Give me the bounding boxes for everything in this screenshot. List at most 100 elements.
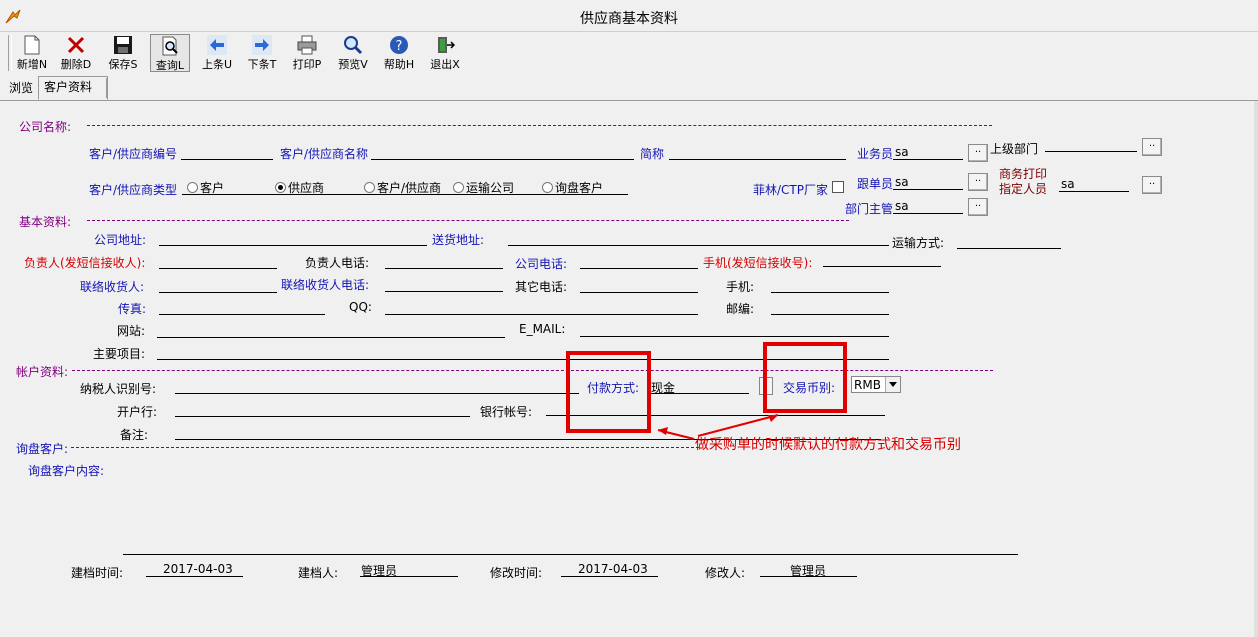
dept-head-picker-button[interactable]: .. [968,198,988,216]
company-phone-field[interactable] [580,268,698,269]
query-button[interactable]: 查询L [150,34,190,72]
radio-customer[interactable] [187,182,198,193]
prev-record-button[interactable]: 上条U [197,34,237,72]
print-button[interactable]: 打印P [287,34,327,72]
help-question-icon: ? [390,36,408,54]
radio-supplier-label: 供应商 [288,181,325,195]
contact-person-field[interactable] [159,268,277,269]
other-phone-field[interactable] [580,292,698,293]
mobile-label: 手机: [726,280,755,294]
delivery-address-field[interactable] [508,245,889,246]
floppy-disk-icon [114,36,132,54]
salesman-field[interactable] [893,159,963,160]
help-button[interactable]: ? 帮助H [379,34,419,72]
mobile-field[interactable] [771,292,889,293]
remark-label: 备注: [120,428,149,442]
modifier-field [760,576,857,577]
radio-customer-label: 客户 [200,181,225,195]
save-button[interactable]: 保存S [103,34,143,72]
ctp-checkbox[interactable] [832,181,844,193]
print-person-label-2: 指定人员 [999,182,1048,196]
follower-picker-button[interactable]: .. [968,173,988,191]
salesman-picker-button[interactable]: .. [968,144,988,162]
section-divider [87,220,849,221]
parent-dept-field[interactable] [1045,151,1137,152]
exit-button[interactable]: 退出X [425,34,465,72]
bank-label: 开户行: [117,405,158,419]
contact-person-label: 负责人(发短信接收人): [24,256,146,270]
company-phone-label: 公司电话: [515,257,568,271]
short-name-field[interactable] [669,159,846,160]
app-icon [5,9,21,24]
tax-id-field[interactable] [175,393,579,394]
salesman-label: 业务员 [857,147,894,161]
supplier-type-label: 客户/供应商类型 [89,183,178,197]
inquiry-content-field[interactable] [123,554,1018,555]
salesman-value[interactable]: sa [895,145,909,159]
print-person-value[interactable]: sa [1061,177,1075,191]
print-person-picker-button[interactable]: .. [1142,176,1162,194]
delete-button[interactable]: 删除D [56,34,96,72]
dept-head-label: 部门主管 [845,202,894,216]
dept-head-field[interactable] [893,213,963,214]
radio-customer-supplier-label: 客户/供应商 [377,181,442,195]
magnifier-icon [344,36,363,55]
new-button[interactable]: 新增N [12,34,52,72]
receiver-label: 联络收货人: [80,280,145,294]
email-label: E_MAIL: [519,322,566,336]
creator-label: 建档人: [298,566,339,580]
tab-browse[interactable]: 浏览 [4,78,38,98]
preview-button[interactable]: 预览V [333,34,373,72]
website-label: 网站: [117,324,146,338]
exit-door-icon [438,37,455,53]
section-inquiry: 询盘客户: [16,442,69,456]
tab-divider [106,78,107,98]
payment-field[interactable] [649,393,749,394]
parent-dept-picker-button[interactable]: .. [1142,138,1162,156]
tab-customer-info[interactable]: 客户资料 [38,76,108,100]
delivery-address-label: 送货地址: [432,233,485,247]
bank-field[interactable] [175,416,470,417]
delete-x-icon [67,36,85,54]
section-account: 帐户资料: [16,365,69,379]
tab-strip: 浏览 客户资料 [0,76,1258,101]
fax-field[interactable] [159,314,325,315]
search-document-icon [162,36,178,56]
follower-value[interactable]: sa [895,175,909,189]
contact-phone-field[interactable] [385,268,503,269]
next-record-button[interactable]: 下条T [242,34,282,72]
modified-time-label: 修改时间: [490,566,543,580]
company-address-field[interactable] [159,245,427,246]
receiver-phone-label: 联络收货人电话: [281,278,370,292]
tax-id-label: 纳税人识别号: [80,382,157,396]
radio-transport-company[interactable] [453,182,464,193]
print-person-field[interactable] [1059,191,1129,192]
website-field[interactable] [157,337,505,338]
supplier-name-field[interactable] [371,159,634,160]
receiver-field[interactable] [159,292,277,293]
mobile-sms-field[interactable] [823,266,941,267]
zip-field[interactable] [771,314,889,315]
qq-field[interactable] [385,314,698,315]
vertical-scrollbar[interactable] [1254,101,1258,637]
toolbar: 新增N 删除D 保存S 查询L 上条U 下条T 打印P 预览V ? 帮助H 退出… [0,32,1258,74]
ctp-label: 菲林/CTP厂家 [753,183,828,197]
email-field[interactable] [580,336,889,337]
transport-field[interactable] [957,248,1061,249]
modified-time-field [561,576,658,577]
chevron-down-icon [885,377,900,392]
window-title: 供应商基本资料 [580,11,678,27]
currency-select[interactable]: RMB [851,376,901,393]
contact-phone-label: 负责人电话: [305,256,370,270]
radio-supplier[interactable] [275,182,286,193]
currency-highlight-box [763,342,847,413]
receiver-phone-field[interactable] [385,291,503,292]
supplier-code-field[interactable] [181,159,273,160]
radio-inquiry-customer[interactable] [542,182,553,193]
printer-icon [297,35,317,55]
created-time-field [146,576,243,577]
follower-field[interactable] [893,189,963,190]
dept-head-value[interactable]: sa [895,199,909,213]
radio-customer-supplier[interactable] [364,182,375,193]
creator-field [360,576,458,577]
